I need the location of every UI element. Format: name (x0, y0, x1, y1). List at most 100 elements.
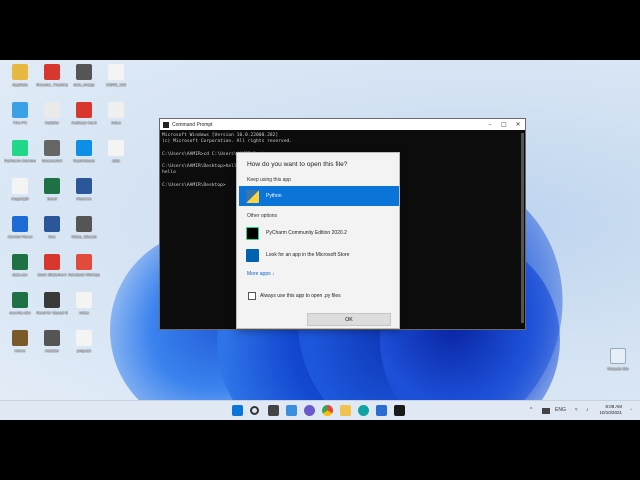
open-with-dialog: How do you want to open this file? Keep … (236, 152, 400, 329)
desktop-icon[interactable]: Installer (36, 102, 68, 142)
desktop-icon[interactable]: AppData (4, 64, 36, 104)
home-icon (12, 330, 28, 346)
desktop-icon[interactable]: Resume (68, 178, 100, 218)
desktop-icon[interactable]: PyCharm Community... (4, 140, 36, 180)
always-use-label: Always use this app to open .py files (260, 293, 341, 299)
cmd-titlebar[interactable]: Command Prompt – □ ✕ (160, 119, 525, 130)
teamviewer-icon (76, 140, 92, 156)
installer-icon (44, 102, 60, 118)
desktop-icon-label: data_image (73, 82, 95, 87)
desktop-icon[interactable]: Resume_Tracking Job Tracker (36, 64, 68, 104)
pdf-icon (44, 64, 60, 80)
desktop-icon-label: Screenshot (41, 158, 63, 163)
store-icon[interactable] (376, 405, 387, 416)
desktop-icon-label: AppData (12, 82, 28, 87)
desktop-icon-label: records.xlsx (9, 310, 31, 315)
chrome-icon[interactable] (322, 405, 333, 416)
desktop-icon-label: Installer (44, 348, 59, 353)
desktop-icon[interactable]: data (100, 140, 132, 180)
desktop-icon-label: Aadhaar Card (71, 120, 97, 125)
desktop-icon[interactable]: Autodesk Workspace (68, 254, 100, 294)
desktop-icon[interactable]: data.csv (4, 254, 36, 294)
app-option-pycharm[interactable]: PyCharm Community Edition 2020.2 (239, 223, 399, 243)
desktop-icon[interactable]: 12345_123 (100, 64, 132, 104)
chat-icon[interactable] (304, 405, 315, 416)
desktop-icon-label: 12345_123 (105, 82, 127, 87)
desktop-icon[interactable]: Aadhaar Card (68, 102, 100, 142)
dialog-title: How do you want to open this file? (247, 161, 348, 168)
cmd-scrollbar[interactable] (521, 133, 524, 323)
desktop-icon[interactable]: Excel (36, 178, 68, 218)
language-indicator[interactable]: ENG (555, 407, 566, 413)
recycle-bin[interactable]: Recycle Bin (602, 348, 634, 388)
more-apps-link[interactable]: More apps ↓ (247, 271, 275, 277)
desktop-icon[interactable]: Home (4, 330, 36, 370)
widgets-icon[interactable] (286, 405, 297, 416)
desktop: AppData Resume_Tracking Job Tracker data_i… (0, 60, 640, 420)
desktop-icon[interactable]: Bank Statement (36, 254, 68, 294)
edge-icon[interactable] (358, 405, 369, 416)
maximize-icon[interactable]: □ (497, 121, 511, 128)
cmd-taskbar-icon[interactable] (394, 405, 405, 416)
start-icon[interactable] (232, 405, 243, 416)
desktop-icon[interactable]: Doc (36, 216, 68, 256)
web-file-icon (108, 102, 124, 118)
app-option-store[interactable]: Look for an app in the Microsoft Store (239, 245, 399, 265)
cmd-title: Command Prompt (172, 121, 213, 128)
desktop-icon-label: data (112, 158, 120, 163)
3d-objects-icon (76, 254, 92, 270)
settings-app-icon (12, 216, 28, 232)
volume-icon[interactable]: ♪ (586, 407, 589, 413)
image-file-icon (76, 64, 92, 80)
desktop-icon[interactable]: TeamViewer (68, 140, 100, 180)
recycle-bin-icon (610, 348, 626, 364)
desktop-icon[interactable]: data_image (68, 64, 100, 104)
desktop-icon-label: PyCharm Community... (4, 158, 36, 163)
clock-date: 10/10/2021 (599, 410, 622, 415)
desktop-icon-label: Need for Speed Most Wanted (36, 310, 68, 315)
close-icon[interactable]: ✕ (511, 121, 525, 128)
app-name: Look for an app in the Microsoft Store (266, 252, 350, 258)
pdf-icon-3 (44, 254, 60, 270)
desktop-icon[interactable]: Control Panel (4, 216, 36, 256)
desktop-icon-label: TeamViewer (73, 158, 95, 163)
tray-overflow-icon[interactable]: ^ (530, 407, 532, 413)
desktop-icon[interactable]: This PC (4, 102, 36, 142)
file-explorer-icon[interactable] (340, 405, 351, 416)
desktop-icon[interactable]: Index (100, 102, 132, 142)
taskbar: ^ ENG ≈ ♪ 8:08 AM 10/10/2021 ▫ (0, 400, 640, 420)
app-option-python[interactable]: Python (239, 186, 399, 206)
clock[interactable]: 8:08 AM 10/10/2021 (599, 404, 622, 416)
always-use-checkbox[interactable] (248, 292, 256, 300)
wifi-icon[interactable]: ≈ (575, 407, 578, 413)
search-icon[interactable] (250, 406, 259, 415)
network-status-icon[interactable] (542, 408, 550, 414)
ok-button[interactable]: OK (307, 313, 391, 326)
desktop-icon[interactable]: Need for Speed Most Wanted (36, 292, 68, 332)
desktop-icon-label: Autodesk Workspace (68, 272, 100, 277)
desktop-icon[interactable]: projects (68, 330, 100, 370)
minimize-icon[interactable]: – (483, 121, 497, 128)
desktop-icon[interactable]: Copyright (4, 178, 36, 218)
desktop-icon-label: Installer (44, 120, 59, 125)
desktop-icon[interactable]: Video_Stream (68, 216, 100, 256)
desktop-icon[interactable]: Screenshot (36, 140, 68, 180)
desktop-icon-label: Resume_Tracking Job Tracker (36, 82, 68, 87)
notification-icon[interactable]: ▫ (630, 407, 632, 413)
desktop-icon-label: data.csv (12, 272, 28, 277)
copyright-icon (12, 178, 28, 194)
game-icon (44, 292, 60, 308)
always-use-checkbox-row[interactable]: Always use this app to open .py files (248, 292, 341, 300)
task-view-icon[interactable] (268, 405, 279, 416)
desktop-icon[interactable]: notes (68, 292, 100, 332)
desktop-icon-label: Index (111, 120, 121, 125)
keep-using-label: Keep using this app (247, 177, 291, 183)
desktop-icon[interactable]: records.xlsx (4, 292, 36, 332)
desktop-icon-label: notes (79, 310, 89, 315)
this-pc-icon (12, 102, 28, 118)
apps-folder-icon (12, 64, 28, 80)
desktop-icon-label: Copyright (11, 196, 29, 201)
desktop-icon-label: Video_Stream (71, 234, 97, 239)
excel-icon-2 (12, 254, 28, 270)
desktop-icon[interactable]: Installer (36, 330, 68, 370)
